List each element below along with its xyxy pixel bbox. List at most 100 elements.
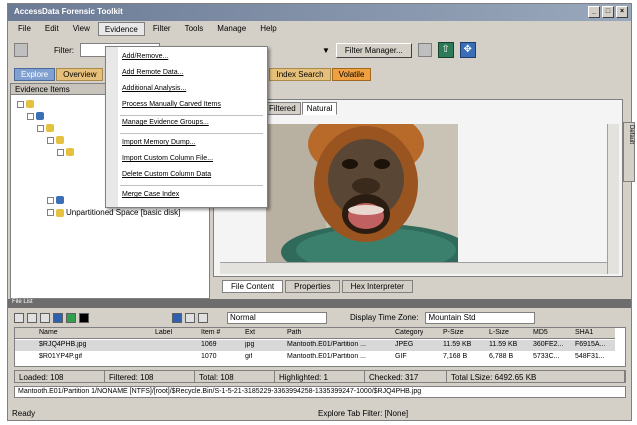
expand-box[interactable] bbox=[47, 136, 54, 144]
expand-box[interactable] bbox=[47, 196, 54, 204]
cross-arrows-icon[interactable]: ✥ bbox=[459, 42, 476, 58]
filter-manager-button[interactable]: Filter Manager... bbox=[335, 42, 412, 58]
tz-select[interactable]: Mountain Std bbox=[425, 311, 536, 324]
column-header[interactable]: Label bbox=[155, 329, 172, 336]
tab-volatile[interactable]: Volatile bbox=[331, 68, 372, 81]
maximize-button[interactable]: □ bbox=[602, 6, 614, 18]
table-row[interactable]: $R01YP4P.gif 1070 gif Mantooth.E01/Parti… bbox=[15, 352, 615, 363]
menu-item-delete-column[interactable]: Delete Custom Column Data bbox=[122, 171, 211, 178]
tab-overview[interactable]: Overview bbox=[56, 68, 104, 81]
column-header[interactable]: P-Size bbox=[443, 329, 464, 336]
column-header[interactable]: Name bbox=[39, 329, 58, 336]
menu-item-import-memory[interactable]: Import Memory Dump... bbox=[122, 139, 196, 146]
window-controls: _ □ × bbox=[588, 6, 628, 18]
expand-box[interactable] bbox=[47, 209, 54, 216]
menu-tools[interactable]: Tools bbox=[179, 22, 210, 36]
expand-box[interactable] bbox=[37, 124, 44, 132]
cell-item: 1070 bbox=[201, 353, 217, 360]
tree-node[interactable] bbox=[57, 148, 74, 156]
menu-item-add-remove[interactable]: Add/Remove... bbox=[122, 53, 168, 60]
tab-explore[interactable]: Explore bbox=[14, 68, 56, 81]
color-icon[interactable] bbox=[66, 312, 76, 323]
checked-count: Checked: 317 bbox=[365, 371, 447, 382]
tree-node[interactable] bbox=[17, 100, 34, 108]
menu-edit[interactable]: Edit bbox=[39, 22, 65, 36]
color-icon[interactable] bbox=[79, 312, 89, 323]
column-header[interactable]: SHA1 bbox=[575, 329, 593, 336]
viewer-horizontal-scrollbar[interactable] bbox=[220, 262, 607, 274]
menu-filter[interactable]: Filter bbox=[147, 22, 177, 36]
column-header[interactable]: Item # bbox=[201, 329, 220, 336]
tab-index-search[interactable]: Index Search bbox=[269, 68, 331, 81]
view-mode-select[interactable]: Normal bbox=[227, 311, 327, 324]
tree-node[interactable] bbox=[47, 196, 64, 204]
cell-sha1: F6915A... bbox=[575, 341, 606, 348]
side-panel-tab[interactable]: Default bbox=[623, 122, 635, 182]
menu-file[interactable]: File bbox=[12, 22, 37, 36]
menu-separator bbox=[120, 115, 263, 116]
nav-icon[interactable] bbox=[185, 312, 195, 323]
window-title: AccessData Forensic Toolkit bbox=[14, 7, 123, 16]
nav-icon[interactable] bbox=[198, 312, 208, 323]
checkbox-icon[interactable] bbox=[27, 312, 37, 323]
menu-view[interactable]: View bbox=[67, 22, 96, 36]
tz-label: Display Time Zone: bbox=[350, 313, 419, 322]
column-header[interactable]: Path bbox=[287, 329, 301, 336]
pencil-icon[interactable] bbox=[53, 312, 63, 323]
menu-bar: File Edit View Evidence Filter Tools Man… bbox=[8, 22, 631, 36]
cell-path: Mantooth.E01/Partition ... bbox=[287, 353, 366, 360]
tree-node[interactable] bbox=[37, 124, 54, 132]
cell-psize: 11.59 KB bbox=[443, 341, 472, 348]
toolbar-button[interactable] bbox=[417, 43, 432, 57]
menu-item-add-remote-data[interactable]: Add Remote Data... bbox=[122, 69, 183, 76]
menu-manage[interactable]: Manage bbox=[211, 22, 252, 36]
checkbox-icon[interactable] bbox=[14, 312, 24, 323]
cell-md5: 5733C... bbox=[533, 353, 560, 360]
tree-label: Unpartitioned Space [basic disk] bbox=[66, 208, 181, 217]
column-header[interactable]: Ext bbox=[245, 329, 255, 336]
table-row[interactable]: $RJQ4PHB.jpg 1069 jpg Mantooth.E01/Parti… bbox=[15, 340, 615, 351]
menu-item-merge-index[interactable]: Merge Case Index bbox=[122, 191, 179, 198]
toolbar-button[interactable] bbox=[14, 43, 28, 57]
cell-sha1: 548F31... bbox=[575, 353, 605, 360]
menu-item-manage-groups[interactable]: Manage Evidence Groups... bbox=[122, 119, 209, 126]
menu-evidence[interactable]: Evidence bbox=[97, 22, 145, 36]
main-tabs: Explore Overview Index Search Volatile bbox=[8, 68, 631, 81]
expand-box[interactable] bbox=[57, 148, 64, 156]
tab-filtered[interactable]: Filtered bbox=[264, 102, 301, 115]
menu-help[interactable]: Help bbox=[254, 22, 282, 36]
tree-node-unpartitioned[interactable]: Unpartitioned Space [basic disk] bbox=[47, 208, 180, 217]
column-header[interactable]: Category bbox=[395, 329, 423, 336]
up-arrow-icon[interactable]: ⇧ bbox=[437, 42, 454, 58]
column-header[interactable]: L-Size bbox=[489, 329, 509, 336]
checkbox-icon[interactable] bbox=[40, 312, 50, 323]
nav-icon[interactable] bbox=[172, 312, 182, 323]
menu-item-additional-analysis[interactable]: Additional Analysis... bbox=[122, 85, 186, 92]
viewer-vertical-scrollbar[interactable] bbox=[607, 124, 619, 274]
table-header: Name Label Item # Ext Path Category P-Si… bbox=[15, 328, 615, 339]
filter-dropdown-arrow[interactable]: ▼ bbox=[322, 46, 330, 55]
status-right: Explore Tab Filter: [None] bbox=[318, 409, 409, 418]
tab-file-content[interactable]: File Content bbox=[222, 280, 284, 293]
menu-item-import-column[interactable]: Import Custom Column File... bbox=[122, 155, 213, 162]
tab-hex-interpreter[interactable]: Hex Interpreter bbox=[341, 280, 413, 293]
folder-icon bbox=[46, 124, 54, 132]
menu-separator bbox=[120, 133, 263, 134]
tab-properties[interactable]: Properties bbox=[285, 280, 340, 293]
expand-box[interactable] bbox=[17, 100, 24, 108]
title-bar: AccessData Forensic Toolkit _ □ × bbox=[8, 4, 631, 21]
tab-natural[interactable]: Natural bbox=[301, 102, 338, 115]
expand-box[interactable] bbox=[27, 112, 34, 120]
selected-path: Mantooth.E01/Partition 1/NONAME [NTFS]/[… bbox=[14, 386, 626, 398]
minimize-button[interactable]: _ bbox=[588, 6, 600, 18]
image-icon bbox=[266, 124, 458, 262]
tree-node[interactable] bbox=[27, 112, 44, 120]
highlighted-count: Highlighted: 1 bbox=[275, 371, 365, 382]
close-button[interactable]: × bbox=[616, 6, 628, 18]
column-header[interactable]: MD5 bbox=[533, 329, 548, 336]
menu-item-process-carved[interactable]: Process Manually Carved Items bbox=[122, 101, 221, 108]
menu-separator bbox=[120, 185, 263, 186]
tree-node[interactable] bbox=[47, 136, 64, 144]
cell-category: JPEG bbox=[395, 341, 414, 348]
evidence-menu-dropdown: Add/Remove... Add Remote Data... Additio… bbox=[105, 46, 268, 208]
